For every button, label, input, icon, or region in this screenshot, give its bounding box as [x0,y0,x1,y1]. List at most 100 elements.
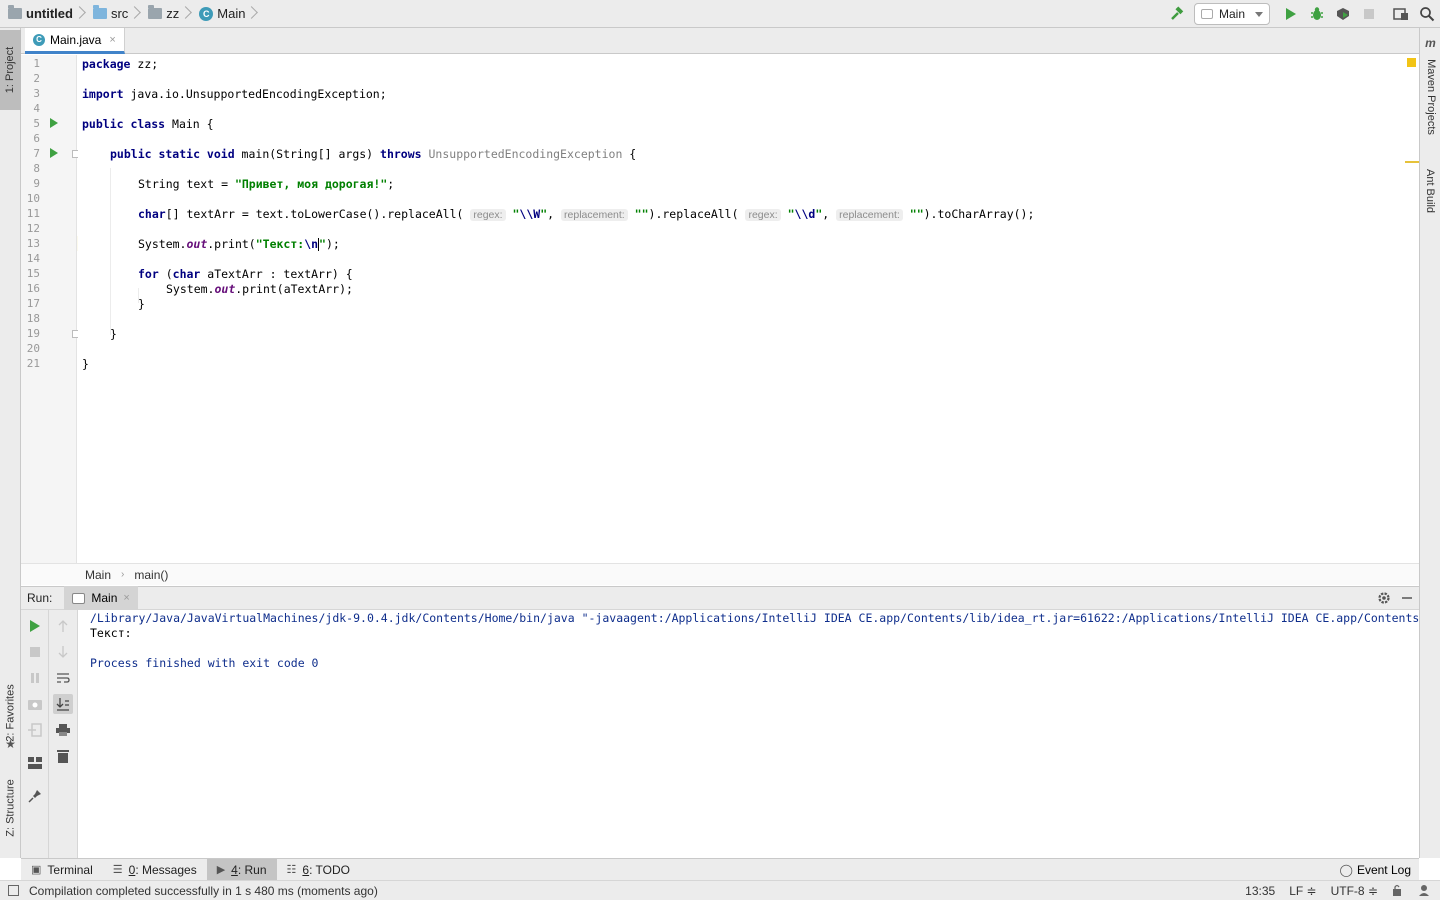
bottom-tool-window-bar: ▣ Terminal ☰ 0: Messages ▶ 4: Run ☷ 6: T… [21,858,1419,881]
breadcrumb-project[interactable]: untitled [0,0,77,28]
string-literal: "Привет, моя дорогая!" [234,177,388,191]
debug-icon[interactable] [1304,0,1330,28]
inspector-icon[interactable] [1418,884,1430,899]
chevron-right-icon: › [121,569,125,580]
breadcrumb-main[interactable]: C Main [191,0,249,28]
mnemonic: 4 [231,862,238,877]
run-gutter-icon[interactable] [50,118,58,128]
trash-icon[interactable] [55,748,71,764]
lock-icon[interactable] [1392,884,1404,899]
build-hammer-icon[interactable] [1164,0,1190,28]
token: , [547,207,555,221]
token: aTextArr : textArr) { [200,267,353,281]
code-line-21: } [82,357,89,371]
code-line-5: public class Main { [82,117,214,131]
run-gutter-icon[interactable] [50,148,58,158]
project-folder-icon [8,5,22,19]
console-output-line: Текст: [90,626,132,640]
code-editor[interactable]: package zz; import java.io.UnsupportedEn… [78,55,1419,563]
tool-window-event-log[interactable]: ◯ Event Log [1340,859,1411,881]
class-icon: C [33,33,45,46]
editor-breadcrumb-class[interactable]: Main [85,568,111,582]
class-icon: C [199,6,214,21]
file-encoding-select[interactable]: UTF-8 ≑ [1331,884,1378,898]
stop-icon[interactable] [27,644,43,660]
warning-stripe[interactable] [1405,161,1419,163]
breadcrumb-separator [132,0,140,28]
line-number: 4 [33,102,40,115]
toggle-tool-windows-icon[interactable] [8,885,19,896]
minimize-icon[interactable] [1401,591,1413,607]
run-configuration-select[interactable]: Main [1194,3,1270,25]
editor-breadcrumb-method[interactable]: main() [134,568,168,582]
console-exit-message: Process finished with exit code 0 [90,656,319,670]
close-icon[interactable]: × [123,592,129,604]
line-number: 21 [26,357,40,370]
arrow-up-icon[interactable] [55,618,71,634]
print-icon[interactable] [55,722,71,738]
scroll-to-end-icon[interactable] [53,694,73,714]
code-line-9: String text = "Привет, моя дорогая!"; [138,177,394,191]
tool-window-terminal-label: Terminal [47,862,93,877]
token: throws [380,147,422,161]
code-line-11: char[] textArr = text.toLowerCase().repl… [138,207,1034,221]
caret-position[interactable]: 13:35 [1245,884,1275,898]
token: ).toCharArray(); [923,207,1035,221]
inspection-status-icon[interactable] [1407,58,1416,67]
tool-window-project-label: 1: Project [4,46,17,94]
token: System. [166,282,215,296]
tool-window-ant[interactable]: Ant Build [1420,156,1440,226]
console-command-line: /Library/Java/JavaVirtualMachines/jdk-9.… [90,611,1419,625]
run-with-coverage-icon[interactable] [1330,0,1356,28]
line-number: 12 [26,222,40,235]
line-number: 3 [33,87,40,100]
token: Main { [165,117,214,131]
token: .print(aTextArr); [235,282,353,296]
static-field: out [186,237,208,251]
tool-window-messages[interactable]: ☰ 0: Messages [103,859,207,881]
line-number: 16 [26,282,40,295]
rerun-icon[interactable] [27,618,43,634]
tool-window-project[interactable]: 1: Project [0,30,21,110]
editor-tab-main-java[interactable]: C Main.java × [25,28,125,54]
breadcrumb-zz[interactable]: zz [140,0,183,28]
tool-window-structure[interactable]: Z: Structure [0,768,21,848]
arrow-down-icon[interactable] [55,644,71,660]
chevron-down-icon [1255,11,1263,17]
tool-window-run[interactable]: ▶ 4: Run [206,858,277,881]
string-literal: " [319,237,326,251]
parameter-hint: regex: [745,209,781,221]
line-separator-select[interactable]: LF ≑ [1289,884,1316,898]
pause-icon[interactable] [27,670,43,686]
run-tab-main[interactable]: Main × [64,586,138,610]
string-literal: "" [909,207,924,221]
line-number: 14 [26,252,40,265]
code-line-1: package zz; [82,57,158,71]
search-icon[interactable] [1414,0,1440,28]
soft-wrap-icon[interactable] [55,670,71,686]
token: public class [82,117,166,131]
project-structure-icon[interactable] [1388,0,1414,28]
exit-icon[interactable] [27,722,43,738]
tool-window-terminal[interactable]: ▣ Terminal [21,859,103,881]
tool-window-todo[interactable]: ☷ 6: TODO [277,859,360,881]
tool-window-messages-label: : Messages [135,862,197,877]
breadcrumb-src[interactable]: src [85,0,132,28]
pin-icon[interactable] [27,788,43,804]
close-icon[interactable]: × [109,34,115,46]
run-console[interactable]: /Library/Java/JavaVirtualMachines/jdk-9.… [79,610,1419,858]
stop-icon[interactable] [1356,0,1382,28]
line-number: 11 [26,207,40,220]
token: import [82,87,124,101]
token: java.io.UnsupportedEncodingException; [123,87,387,101]
status-message[interactable]: Compilation completed successfully in 1 … [29,884,378,898]
camera-icon[interactable] [27,696,43,712]
breadcrumb-main-label: Main [217,6,246,21]
tool-window-maven[interactable]: Maven Projects [1420,52,1440,142]
gear-icon[interactable] [1377,591,1391,608]
run-icon[interactable] [1278,0,1304,28]
line-number: 7 [33,147,40,160]
restore-layout-icon[interactable] [27,755,43,771]
escape-sequence: \\W [519,207,541,221]
status-bar: Compilation completed successfully in 1 … [0,880,1440,900]
